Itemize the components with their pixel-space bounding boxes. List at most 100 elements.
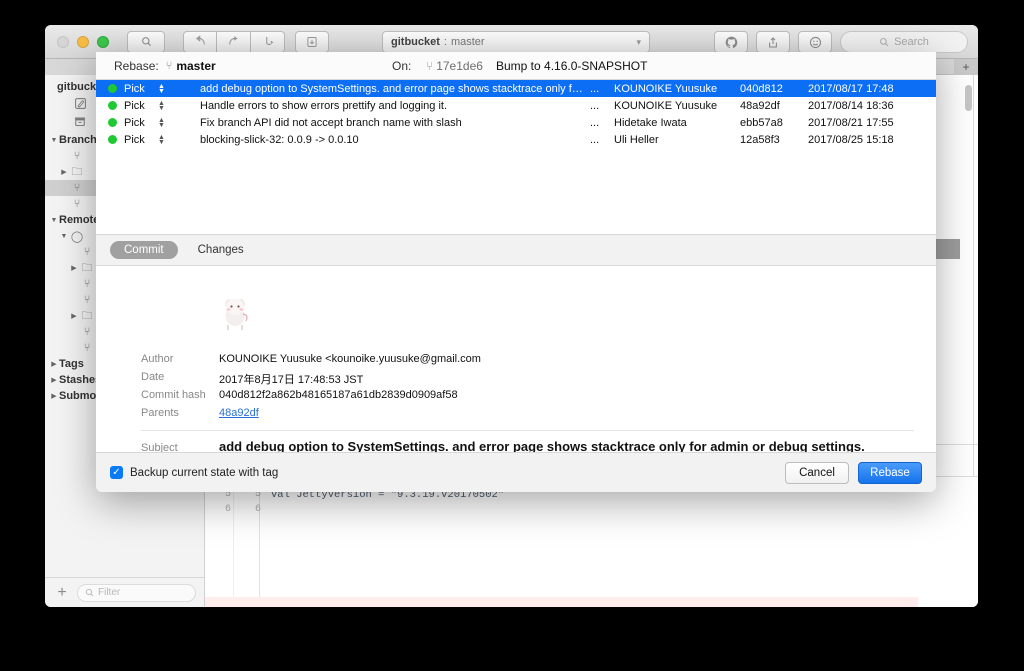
commit-action[interactable]: Pick	[124, 134, 145, 146]
pull-button[interactable]	[183, 31, 217, 53]
commit-action-stepper[interactable]: ▲▼	[158, 118, 165, 128]
parents-value[interactable]: 48a92df	[219, 407, 259, 419]
add-button[interactable]: +	[53, 584, 71, 602]
sidebar-item-label: Tags	[59, 358, 84, 370]
subject-value: add debug option to SystemSettings. and …	[219, 439, 916, 452]
commit-hash-label: Commit hash	[141, 389, 206, 401]
tab-commit[interactable]: Commit	[110, 241, 178, 259]
cancel-button[interactable]: Cancel	[785, 462, 849, 484]
minimize-icon[interactable]	[77, 36, 89, 48]
commit-action[interactable]: Pick	[124, 117, 145, 129]
table-row[interactable]: Pick ▲▼ Handle errors to show errors pre…	[96, 97, 936, 114]
search-icon	[85, 588, 94, 597]
stash-icon	[306, 36, 318, 48]
chevron-right-icon: ▶	[59, 168, 69, 176]
parents-label: Parents	[141, 407, 179, 419]
branch-icon: ⑂	[79, 246, 95, 258]
tab-changes[interactable]: Changes	[184, 241, 258, 259]
commit-icon: ⑂	[426, 59, 433, 73]
toolbar-search-button[interactable]	[127, 31, 165, 53]
status-dot-icon	[108, 84, 117, 93]
zoom-icon[interactable]	[97, 36, 109, 48]
commit-list-empty-space	[96, 148, 936, 234]
commit-hash-value: 040d812f2a862b48165187a61db2839d0909af58	[219, 389, 458, 401]
push-button[interactable]	[217, 31, 251, 53]
github-icon: ◯	[69, 230, 85, 243]
backup-checkbox[interactable]: ✓	[110, 466, 123, 479]
chevron-right-icon: ▶	[49, 360, 59, 368]
push-icon	[226, 35, 241, 48]
traffic-lights[interactable]	[57, 36, 109, 48]
new-tab-button[interactable]: +	[954, 59, 978, 75]
rebase-button[interactable]: Rebase	[858, 462, 922, 484]
search-icon	[879, 37, 889, 47]
diff-removed-line	[205, 597, 918, 607]
toolbar-right-group: Search	[714, 31, 968, 53]
commit-action[interactable]: Pick	[124, 83, 145, 95]
github-button[interactable]	[714, 31, 748, 53]
fetch-button[interactable]	[251, 31, 285, 53]
share-icon	[767, 36, 779, 49]
commit-action-stepper[interactable]: ▲▼	[158, 84, 165, 94]
sidebar-item-label: Stashes	[59, 374, 101, 386]
rebase-label: Rebase:	[114, 59, 159, 73]
commit-author: KOUNOIKE Yuusuke	[614, 100, 717, 112]
commit-hash: 040d812	[740, 83, 783, 95]
commit-action[interactable]: Pick	[124, 100, 145, 112]
fetch-icon	[260, 35, 275, 48]
close-icon[interactable]	[57, 36, 69, 48]
commit-list[interactable]: Pick ▲▼ add debug option to SystemSettin…	[96, 80, 936, 235]
commit-ellipsis: ...	[590, 100, 599, 112]
commit-action-stepper[interactable]: ▲▼	[158, 101, 165, 111]
filter-input[interactable]: Filter	[77, 584, 196, 602]
branch-icon: ⑂	[69, 198, 85, 210]
branch-icon: ⑂	[79, 342, 95, 354]
table-row[interactable]: Pick ▲▼ add debug option to SystemSettin…	[96, 80, 936, 97]
commit-date: 2017/08/25 15:18	[808, 134, 894, 146]
commit-ellipsis: ...	[590, 134, 599, 146]
repo-branch-selector[interactable]: gitbucket : master ▾	[382, 31, 650, 53]
date-label: Date	[141, 371, 164, 383]
author-label: Author	[141, 353, 173, 365]
commit-author: Uli Heller	[614, 134, 659, 146]
branch-icon: ⑂	[79, 294, 95, 306]
subject-label: Subject	[141, 442, 178, 452]
status-dot-icon	[108, 118, 117, 127]
dialog-footer: ✓ Backup current state with tag Cancel R…	[96, 452, 936, 492]
branch-icon: ⑂	[69, 150, 85, 162]
chevron-right-icon: ▶	[49, 392, 59, 400]
branch-icon: ⑂	[79, 278, 95, 290]
detail-divider	[141, 430, 914, 431]
emoji-button[interactable]	[798, 31, 832, 53]
commit-date: 2017/08/17 17:48	[808, 83, 894, 95]
diff-gutter-divider	[233, 477, 234, 607]
chevron-right-icon: ▶	[49, 376, 59, 384]
date-value: 2017年8月17日 17:48:53 JST	[219, 371, 363, 387]
rebase-header: Rebase: ⑂ master On: ⑂17e1de6 Bump to 4.…	[96, 52, 936, 80]
author-value: KOUNOIKE Yuusuke <kounoike.yuusuke@gmail…	[219, 353, 481, 365]
branch-icon: ⑂	[69, 182, 85, 194]
parent-commit-link[interactable]: 48a92df	[219, 407, 259, 419]
commit-detail-panel: Author KOUNOIKE Yuusuke <kounoike.yuusuk…	[96, 265, 936, 452]
pull-icon	[193, 35, 208, 48]
commit-ellipsis: ...	[590, 117, 599, 129]
folder-icon: 🗀	[69, 163, 85, 182]
stash-button[interactable]	[295, 31, 329, 53]
search-input[interactable]: Search	[840, 31, 968, 53]
detail-tabs[interactable]: Commit Changes	[96, 235, 936, 265]
content-scrollbar[interactable]	[965, 85, 972, 111]
commit-ellipsis: ...	[590, 83, 599, 95]
table-row[interactable]: Pick ▲▼ blocking-slick-32: 0.0.9 -> 0.0.…	[96, 131, 936, 148]
share-button[interactable]	[756, 31, 790, 53]
backup-checkbox-label: Backup current state with tag	[130, 467, 278, 479]
repo-separator: :	[444, 36, 447, 48]
chevron-right-icon: ▶	[69, 264, 79, 272]
diff-line-number-right: 6	[239, 504, 261, 515]
commit-date: 2017/08/14 18:36	[808, 100, 894, 112]
chevron-down-icon: ▼	[49, 217, 59, 224]
nav-button-group[interactable]	[183, 31, 285, 53]
commit-action-stepper[interactable]: ▲▼	[158, 135, 165, 145]
table-row[interactable]: Pick ▲▼ Fix branch API did not accept br…	[96, 114, 936, 131]
commit-author: KOUNOIKE Yuusuke	[614, 83, 717, 95]
chevron-down-icon: ▾	[636, 37, 641, 48]
